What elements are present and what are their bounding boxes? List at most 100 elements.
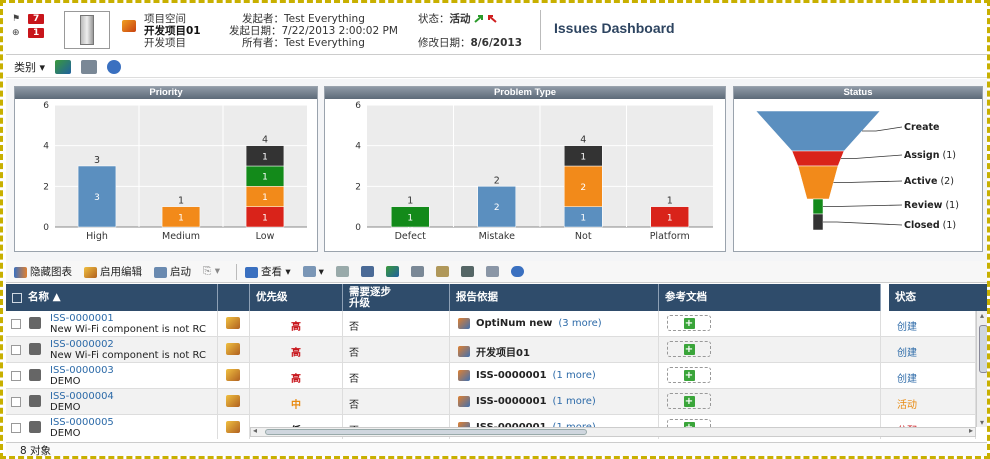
help-icon[interactable] <box>107 59 122 74</box>
pencil-icon[interactable] <box>226 395 240 407</box>
add-document-button[interactable]: + <box>667 315 711 331</box>
promote-icon[interactable] <box>474 15 484 23</box>
table-row[interactable]: ISS-0000002 New Wi-Fi component is not RC… <box>6 337 987 363</box>
edit-object-icon[interactable] <box>122 20 136 32</box>
scroll-thumb[interactable] <box>265 429 587 435</box>
scroll-left-arrow[interactable]: ◂ <box>253 426 257 435</box>
import-icon[interactable] <box>460 266 474 277</box>
column-reported-against[interactable]: 报告依据 <box>450 284 659 311</box>
object-icon <box>458 318 470 329</box>
route-icon: ⊕ <box>12 28 20 38</box>
issue-description: DEMO <box>50 376 81 387</box>
row-checkbox[interactable] <box>11 319 21 329</box>
export-icon[interactable] <box>385 266 399 277</box>
scroll-up-arrow[interactable]: ▴ <box>980 311 984 320</box>
reported-against: ISS-0000001 (1 more) <box>458 396 596 407</box>
column-name[interactable]: 名称 ▲ <box>6 284 218 311</box>
reference-docs-cell: + <box>659 311 881 337</box>
row-checkbox[interactable] <box>11 345 21 355</box>
add-document-button[interactable]: + <box>667 393 711 409</box>
hide-chart-button[interactable]: 隐藏图表 <box>14 264 72 279</box>
vertical-scrollbar[interactable]: ▴ ▾ <box>976 311 987 427</box>
table-row[interactable]: ISS-0000001 New Wi-Fi component is not RC… <box>6 311 987 337</box>
priority-cell: 高 <box>250 311 343 337</box>
scroll-thumb[interactable] <box>979 325 987 373</box>
issue-id-link[interactable]: ISS-0000003 <box>50 365 114 376</box>
print-icon[interactable] <box>81 59 98 74</box>
plus-icon: + <box>683 317 695 329</box>
chart-title: Priority <box>15 87 317 99</box>
x-tick-label: Mistake <box>479 231 515 242</box>
scroll-down-arrow[interactable]: ▾ <box>980 418 984 427</box>
pencil-icon[interactable] <box>226 421 240 433</box>
plus-icon: + <box>683 343 695 355</box>
column-reference-docs[interactable]: 参考文档 <box>659 284 881 311</box>
more-link[interactable]: (1 more) <box>553 396 596 407</box>
segment-label: 1 <box>407 213 413 223</box>
status-field: 状态：活动 <box>418 11 497 26</box>
route-counter[interactable]: ⊕ 1 <box>12 28 45 38</box>
segment-label: 1 <box>178 213 184 223</box>
charts-area: Priority 0 2 4 6 High 3 3 Medium 1 1 Low 1 1 1 1 4 Prob… <box>6 79 987 261</box>
issue-id-link[interactable]: ISS-0000001 <box>50 313 114 324</box>
category-menu[interactable]: 类别 ▾ <box>14 59 45 75</box>
y-tick-label: 2 <box>355 182 361 192</box>
list-options-icon[interactable] <box>485 266 499 277</box>
column-escalation[interactable]: 需要逐步升级 <box>343 284 450 311</box>
help-icon[interactable] <box>510 266 524 277</box>
reported-object-link[interactable]: OptiNum new <box>476 318 552 329</box>
filter-icon[interactable] <box>335 266 349 277</box>
escalation-cell: 否 <box>343 337 450 363</box>
reported-object-link[interactable]: 开发项目01 <box>476 344 530 359</box>
object-thumbnail[interactable] <box>64 11 110 49</box>
reported-object-link[interactable]: ISS-0000001 <box>476 370 547 381</box>
table-row[interactable]: ISS-0000003 DEMO 高 否 ISS-0000001 (1 more) + 创建 <box>6 363 987 389</box>
reported-object-link[interactable]: ISS-0000001 <box>476 396 547 407</box>
launch-button[interactable]: 启动 <box>154 264 191 279</box>
issue-id-link[interactable]: ISS-0000005 <box>50 417 114 428</box>
export-icon[interactable] <box>55 59 72 74</box>
add-document-button[interactable]: + <box>667 341 711 357</box>
horizontal-scrollbar[interactable]: ◂ ▸ <box>250 426 976 437</box>
state-value: 创建 <box>897 348 917 359</box>
state-cell: 创建 <box>889 311 976 337</box>
row-checkbox[interactable] <box>11 397 21 407</box>
issue-id-link[interactable]: ISS-0000004 <box>50 391 114 402</box>
pencil-icon[interactable] <box>226 369 240 381</box>
row-checkbox[interactable] <box>11 371 21 381</box>
select-all-checkbox[interactable] <box>12 292 22 303</box>
row-checkbox[interactable] <box>11 423 21 433</box>
compare-icon[interactable] <box>360 266 374 277</box>
issue-id-link[interactable]: ISS-0000002 <box>50 339 114 350</box>
copy-menu[interactable]: ⎘ ▾ <box>203 265 220 278</box>
enable-edit-button[interactable]: 启用编辑 <box>84 264 142 279</box>
column-state[interactable]: 状态 <box>889 284 987 311</box>
demote-icon[interactable] <box>487 15 497 23</box>
print-icon[interactable] <box>410 266 424 277</box>
chart-title: Problem Type <box>325 87 725 99</box>
reference-docs-cell: + <box>659 337 881 363</box>
table-row[interactable]: ISS-0000004 DEMO 中 否 ISS-0000001 (1 more) + 活动 <box>6 389 987 415</box>
table-toolbar: 隐藏图表 启用编辑 启动 ⎘ ▾ 查看 ▾ ▾ <box>6 261 987 283</box>
pencil-icon[interactable] <box>226 343 240 355</box>
add-document-button[interactable]: + <box>667 367 711 383</box>
priority-value: 高 <box>291 374 301 385</box>
view-menu[interactable]: 查看 ▾ <box>245 264 291 279</box>
report-icon[interactable] <box>435 266 449 277</box>
pencil-icon[interactable] <box>226 317 240 329</box>
segment-label: 1 <box>262 173 268 183</box>
object-header: ⚑ 7 ⊕ 1 项目空间 开发项目01 开发项目 发起者：Test Everyt… <box>6 6 987 55</box>
more-link[interactable]: (1 more) <box>553 370 596 381</box>
table-header: 名称 ▲ 优先级 需要逐步升级 报告依据 参考文档 状态 <box>6 284 987 311</box>
scroll-right-arrow[interactable]: ▸ <box>969 426 973 435</box>
notification-counter[interactable]: ⚑ 7 <box>12 14 45 24</box>
table-view-menu[interactable]: ▾ <box>302 266 324 278</box>
segment-label: 3 <box>94 193 100 203</box>
column-priority[interactable]: 优先级 <box>250 284 343 311</box>
stage-name: Assign <box>904 150 940 161</box>
more-link[interactable]: (3 more) <box>558 318 601 329</box>
segment-label: 1 <box>580 213 586 223</box>
name-cell: ISS-0000004 DEMO <box>6 389 218 415</box>
segment-label: 1 <box>262 213 268 223</box>
total-label: 4 <box>580 135 586 146</box>
